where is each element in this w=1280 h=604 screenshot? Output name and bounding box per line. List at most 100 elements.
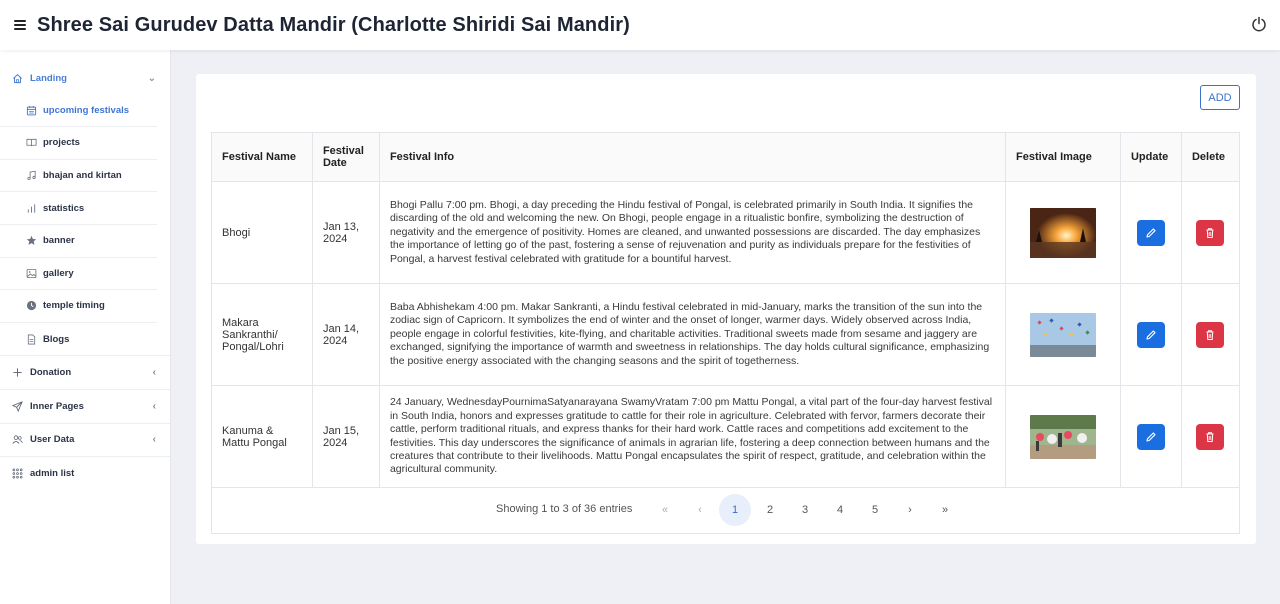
next-page-button[interactable]: ›: [894, 494, 926, 526]
sidebar-item-label: banner: [43, 235, 75, 247]
delete-cell: [1180, 283, 1241, 386]
chevron-left-icon: ‹: [152, 367, 156, 379]
image-icon: [26, 268, 37, 279]
festival-name: Kanuma & Mattu Pongal: [211, 385, 313, 488]
sidebar-item-projects[interactable]: projects: [0, 127, 157, 160]
sidebar-item-temple-timing[interactable]: temple timing: [0, 290, 157, 323]
delete-cell: [1180, 181, 1241, 284]
trash-icon: [1206, 227, 1214, 238]
menu-icon[interactable]: [14, 20, 26, 30]
pagination-bar: Showing 1 to 3 of 36 entries « ‹ 1 2 3 4…: [211, 486, 1240, 534]
entries-info: Showing 1 to 3 of 36 entries: [496, 503, 633, 515]
users-icon: [12, 434, 23, 445]
update-cell: [1119, 181, 1182, 284]
music-icon: [26, 170, 37, 181]
festival-image-bonfire: [1030, 207, 1097, 258]
file-icon: [26, 334, 37, 345]
festival-image-cell: [1005, 385, 1121, 488]
table-row: Bhogi Jan 13, 2024 Bhogi Pallu 7:00 pm. …: [211, 181, 1241, 284]
sidebar-item-label: User Data: [30, 434, 75, 446]
trash-icon: [1206, 329, 1214, 340]
delete-button[interactable]: [1196, 321, 1225, 348]
sidebar-item-label: projects: [43, 137, 80, 149]
pencil-icon: [1146, 227, 1156, 238]
sidebar-item-label: Donation: [30, 367, 72, 379]
prev-page-button[interactable]: ‹: [684, 494, 716, 526]
delete-cell: [1180, 385, 1241, 488]
table-header-row: Festival Name Festival Date Festival Inf…: [211, 132, 1241, 182]
column-header-festival-info: Festival Info: [378, 132, 1007, 182]
sidebar-item-banner[interactable]: banner: [0, 225, 157, 258]
festival-image-cell: [1005, 181, 1121, 284]
power-icon[interactable]: [1251, 16, 1267, 32]
app-title: Shree Sai Gurudev Datta Mandir (Charlott…: [37, 13, 630, 36]
update-cell: [1119, 283, 1182, 386]
plus-icon: [12, 367, 23, 378]
column-header-festival-date: Festival Date: [311, 132, 380, 182]
festival-info: Baba Abhishekam 4:00 pm. Makar Sankranti…: [378, 283, 1007, 386]
festival-image-cattle: [1030, 414, 1097, 459]
send-icon: [12, 400, 23, 412]
clock-icon: [26, 300, 37, 311]
festival-name: Makara Sankranthi/ Pongal/Lohri: [211, 283, 313, 386]
sidebar-item-blogs[interactable]: Blogs: [0, 323, 157, 356]
page-1-button[interactable]: 1: [719, 494, 751, 526]
page-2-button[interactable]: 2: [754, 494, 786, 526]
table-row: Makara Sankranthi/ Pongal/Lohri Jan 14, …: [211, 283, 1241, 386]
sidebar: Landing ⌄ upcoming festivals projects bh…: [0, 50, 171, 604]
column-header-festival-image: Festival Image: [1005, 132, 1121, 182]
add-button[interactable]: ADD: [1200, 85, 1240, 110]
pencil-icon: [1146, 431, 1156, 442]
festivals-table: Festival Name Festival Date Festival Inf…: [211, 132, 1241, 488]
edit-button[interactable]: [1136, 423, 1165, 450]
page-5-button[interactable]: 5: [859, 494, 891, 526]
column-header-update: Update: [1119, 132, 1182, 182]
sidebar-item-label: gallery: [43, 267, 74, 279]
festival-image-cell: [1005, 283, 1121, 386]
sidebar-item-landing[interactable]: Landing ⌄: [0, 62, 170, 95]
top-bar: Shree Sai Gurudev Datta Mandir (Charlott…: [0, 0, 1280, 50]
festival-date: Jan 15, 2024: [311, 385, 380, 488]
sidebar-item-label: Landing: [30, 72, 67, 84]
page-4-button[interactable]: 4: [824, 494, 856, 526]
chevron-down-icon: ⌄: [147, 72, 156, 84]
edit-button[interactable]: [1136, 219, 1165, 246]
delete-button[interactable]: [1196, 423, 1225, 450]
column-header-festival-name: Festival Name: [211, 132, 313, 182]
festivals-card: ADD Festival Name Festival Date Festival…: [196, 74, 1256, 544]
sidebar-item-donation[interactable]: Donation ‹: [0, 356, 170, 389]
pencil-icon: [1146, 329, 1156, 340]
sidebar-item-label: Inner Pages: [30, 400, 84, 412]
sidebar-item-gallery[interactable]: gallery: [0, 258, 157, 291]
sidebar-item-inner-pages[interactable]: Inner Pages ‹: [0, 390, 170, 423]
festival-image-kites: [1030, 312, 1097, 357]
festival-info: 24 January, WednesdayPournimaSatyanaraya…: [378, 385, 1007, 488]
first-page-button[interactable]: «: [649, 494, 681, 526]
sidebar-item-admin-list[interactable]: admin list: [0, 457, 170, 490]
page-3-button[interactable]: 3: [789, 494, 821, 526]
sidebar-item-label: upcoming festivals: [43, 104, 130, 116]
calendar-icon: [26, 105, 37, 116]
grid-icon: [12, 468, 23, 479]
delete-button[interactable]: [1196, 219, 1225, 246]
sidebar-item-user-data[interactable]: User Data ‹: [0, 424, 170, 457]
sidebar-item-label: temple timing: [43, 300, 105, 312]
sidebar-item-label: statistics: [43, 202, 85, 214]
bar-chart-icon: [26, 203, 37, 214]
sidebar-item-statistics[interactable]: statistics: [0, 192, 157, 225]
home-icon: [12, 73, 23, 84]
sidebar-item-label: bhajan and kirtan: [43, 170, 122, 182]
star-icon: [26, 235, 37, 246]
festival-date: Jan 13, 2024: [311, 181, 380, 284]
landing-submenu: upcoming festivals projects bhajan and k…: [0, 95, 170, 356]
last-page-button[interactable]: »: [929, 494, 961, 526]
edit-button[interactable]: [1136, 321, 1165, 348]
sidebar-item-label: admin list: [30, 467, 75, 479]
sidebar-item-bhajan-and-kirtan[interactable]: bhajan and kirtan: [0, 160, 157, 193]
festival-info: Bhogi Pallu 7:00 pm. Bhogi, a day preced…: [378, 181, 1007, 284]
festival-name: Bhogi: [211, 181, 313, 284]
chevron-left-icon: ‹: [152, 434, 156, 446]
trash-icon: [1206, 431, 1214, 442]
update-cell: [1119, 385, 1182, 488]
sidebar-item-upcoming-festivals[interactable]: upcoming festivals: [0, 95, 157, 128]
